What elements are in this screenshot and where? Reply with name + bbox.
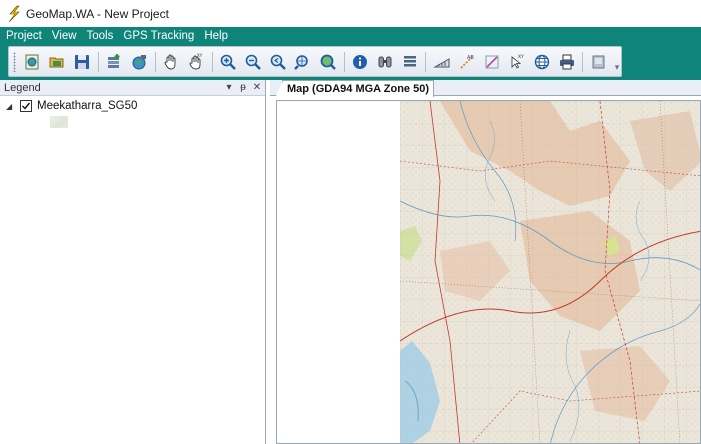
tab-map[interactable]: Map (GDA94 MGA Zone 50)	[275, 80, 434, 98]
toolbar-separator	[97, 51, 99, 72]
toolbar-separator	[343, 51, 345, 72]
info-button[interactable]	[349, 51, 370, 73]
zoom-previous-icon	[270, 54, 286, 70]
draw-line-button[interactable]	[481, 51, 502, 73]
zoom-in-icon	[220, 54, 236, 70]
collapse-arrow-icon[interactable]: ◢	[6, 102, 16, 111]
map-area: Map (GDA94 MGA Zone 50)	[270, 80, 701, 444]
legend-pin-icon[interactable]: ᵽ	[237, 82, 249, 93]
svg-text:XY: XY	[197, 53, 203, 58]
xy-pan-icon: XY	[189, 53, 203, 69]
toolbar-grip[interactable]	[13, 51, 16, 72]
toolbar-separator	[154, 51, 156, 72]
geomap-logo-icon	[8, 5, 20, 22]
ab-measure-icon: AB	[460, 55, 474, 69]
zoom-in-button[interactable]	[218, 51, 239, 73]
svg-text:AB: AB	[467, 55, 474, 61]
new-project-icon	[25, 54, 39, 69]
menu-project[interactable]: Project	[6, 30, 42, 42]
layer-name: Meekatharra_SG50	[37, 100, 138, 112]
checkmark-icon	[22, 102, 31, 110]
pan-button[interactable]	[161, 51, 182, 73]
globe-icon	[534, 54, 550, 69]
map-tab-strip: Map (GDA94 MGA Zone 50)	[270, 80, 701, 98]
save-project-button[interactable]	[72, 51, 93, 73]
open-project-button[interactable]	[47, 51, 68, 73]
new-project-button[interactable]	[22, 51, 43, 73]
zoom-layer-icon	[320, 54, 336, 70]
legend-panel: Legend ▾ ᵽ ✕ ◢ Meekatharra_SG50	[0, 80, 266, 444]
legend-close-icon[interactable]: ✕	[251, 82, 263, 93]
svg-text:XY: XY	[518, 54, 524, 60]
menu-tools[interactable]: Tools	[87, 30, 114, 42]
topographic-map-image[interactable]	[400, 101, 701, 444]
find-button[interactable]	[374, 51, 395, 73]
globe-button[interactable]	[531, 51, 552, 73]
menu-bar: Project View Tools GPS Tracking Help	[0, 27, 701, 44]
toolbar-separator	[425, 51, 427, 72]
export-button[interactable]	[588, 51, 609, 73]
zoom-previous-button[interactable]	[268, 51, 289, 73]
map-view[interactable]	[276, 100, 701, 444]
zoom-layer-button[interactable]	[318, 51, 339, 73]
layer-thumbnail	[50, 116, 68, 128]
info-icon	[352, 54, 367, 69]
zoom-out-icon	[245, 54, 261, 70]
draw-line-icon	[485, 55, 499, 68]
menu-view[interactable]: View	[52, 30, 77, 42]
xy-pan-button[interactable]: XY	[186, 51, 207, 73]
print-icon	[559, 54, 574, 69]
window-title: GeoMap.WA - New Project	[26, 6, 169, 21]
app-window: GeoMap.WA - New Project Project View Too…	[0, 0, 701, 444]
toolbar-separator	[211, 51, 213, 72]
measure-icon	[432, 57, 450, 67]
map-tab-label: Map (GDA94 MGA Zone 50)	[287, 83, 429, 95]
menu-gps-tracking[interactable]: GPS Tracking	[123, 30, 194, 42]
add-layer-icon	[108, 53, 120, 68]
main-toolbar: XY AB XY ▾	[8, 46, 622, 77]
menu-help[interactable]: Help	[204, 30, 228, 42]
ab-measure-button[interactable]: AB	[456, 51, 477, 73]
zoom-extent-icon	[294, 54, 308, 70]
toolbar-overflow-icon[interactable]: ▾	[613, 51, 621, 73]
toolbar-area: XY AB XY ▾	[0, 44, 701, 80]
save-project-icon	[75, 54, 90, 69]
title-bar: GeoMap.WA - New Project	[0, 0, 701, 27]
export-icon	[592, 55, 605, 68]
layer-row-meekatharra[interactable]: ◢ Meekatharra_SG50	[6, 100, 137, 112]
legend-header: Legend ▾ ᵽ ✕	[0, 80, 265, 96]
find-icon	[378, 56, 392, 67]
layer-visibility-checkbox[interactable]	[20, 100, 32, 112]
add-layer-button[interactable]	[104, 51, 125, 73]
toolbar-separator	[582, 51, 584, 72]
zoom-extent-button[interactable]	[293, 51, 314, 73]
measure-button[interactable]	[431, 51, 452, 73]
legend-dropdown-icon[interactable]: ▾	[223, 82, 235, 93]
legend-title: Legend	[4, 81, 41, 94]
open-project-icon	[49, 57, 64, 67]
layer-list-icon	[403, 55, 416, 66]
pan-icon	[164, 54, 176, 69]
print-button[interactable]	[556, 51, 577, 73]
add-gps-layer-icon	[132, 54, 147, 69]
xy-point-icon: XY	[511, 54, 524, 69]
zoom-out-button[interactable]	[243, 51, 264, 73]
add-gps-layer-button[interactable]	[129, 51, 150, 73]
xy-point-button[interactable]: XY	[506, 51, 527, 73]
layer-list-button[interactable]	[399, 51, 420, 73]
